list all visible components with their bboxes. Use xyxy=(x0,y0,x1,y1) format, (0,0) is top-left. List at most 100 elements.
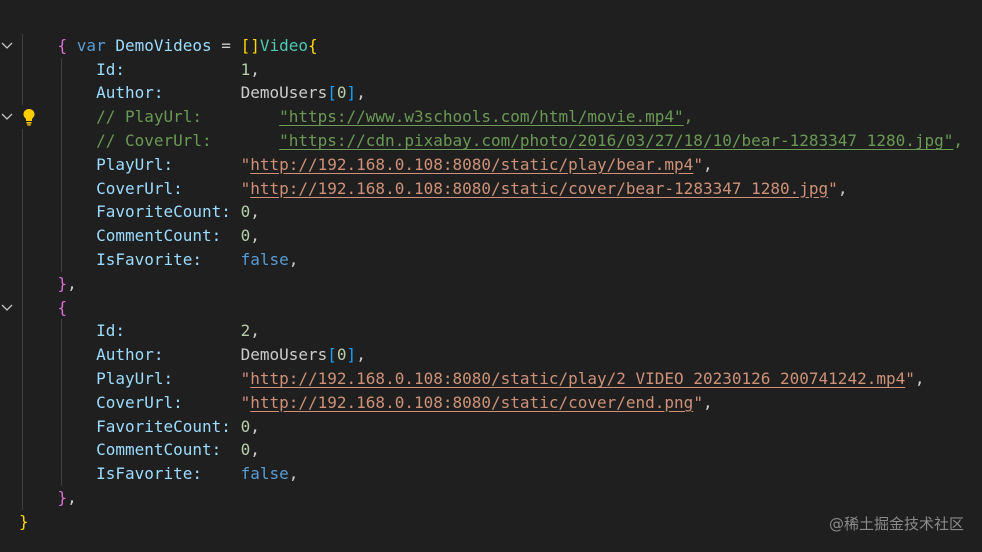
field-pad xyxy=(125,321,241,340)
comma: , xyxy=(250,202,260,222)
code-line[interactable]: Id: 2, xyxy=(0,319,982,344)
quote: " xyxy=(240,154,251,174)
quote: " xyxy=(693,392,703,412)
field-key: CommentCount: xyxy=(96,226,222,246)
index-value: 0 xyxy=(336,83,347,103)
code-line[interactable]: CoverUrl: "http://192.168.0.108:8080/sta… xyxy=(0,176,982,201)
field-value: DemoUsers xyxy=(240,83,328,103)
comment-url[interactable]: "https://cdn.pixabay.com/photo/2016/03/2… xyxy=(279,131,953,150)
code-line[interactable]: IsFavorite: false, xyxy=(0,247,982,272)
code-line[interactable]: // PlayUrl: "https://www.w3schools.com/h… xyxy=(0,105,982,129)
comma: , xyxy=(288,249,299,269)
url-link[interactable]: http://192.168.0.108:8080/static/play/be… xyxy=(250,155,693,174)
code-line[interactable]: // CoverUrl: "https://cdn.pixabay.com/ph… xyxy=(0,128,982,153)
url-link[interactable]: http://192.168.0.108:8080/static/cover/e… xyxy=(250,393,693,412)
comma: , xyxy=(250,321,260,341)
field-key: FavoriteCount: xyxy=(96,202,231,222)
code-line[interactable]: Id: 1, xyxy=(0,57,982,82)
code-line[interactable]: { xyxy=(0,33,982,58)
object-open-brace: { xyxy=(57,35,68,55)
field-value: 0 xyxy=(240,440,251,460)
field-value: 1 xyxy=(240,59,251,79)
chevron-down-icon[interactable] xyxy=(0,296,16,320)
field-pad xyxy=(125,60,241,79)
field-pad xyxy=(183,393,241,412)
field-value: 2 xyxy=(240,321,251,341)
comma: , xyxy=(250,416,260,436)
comma: , xyxy=(250,440,260,460)
field-key: Author: xyxy=(96,83,164,103)
comma: , xyxy=(914,368,925,388)
code-line[interactable]: Author: DemoUsers[0], xyxy=(0,81,982,106)
code-line[interactable]: }, xyxy=(0,485,982,510)
field-value: false xyxy=(240,464,289,484)
code-line[interactable]: CommentCount: 0, xyxy=(0,224,982,248)
comma: , xyxy=(67,273,77,293)
field-value: 0 xyxy=(240,416,251,436)
code-line[interactable]: PlayUrl: "http://192.168.0.108:8080/stat… xyxy=(0,152,982,177)
comma: , xyxy=(288,464,299,484)
comment-key: // CoverUrl: xyxy=(96,130,212,150)
field-value: false xyxy=(240,249,289,269)
field-key: PlayUrl: xyxy=(96,368,174,388)
comma: , xyxy=(683,107,694,127)
field-key: IsFavorite: xyxy=(96,464,203,484)
field-key: CoverUrl: xyxy=(96,392,183,412)
field-key: Id: xyxy=(96,59,125,79)
field-key: FavoriteCount: xyxy=(96,416,231,436)
chevron-down-icon[interactable] xyxy=(0,105,16,129)
code-line[interactable]: { xyxy=(0,295,982,320)
field-pad xyxy=(183,179,241,198)
comma: , xyxy=(250,226,260,246)
field-pad xyxy=(221,226,240,245)
url-link[interactable]: http://192.168.0.108:8080/static/cover/b… xyxy=(250,179,828,198)
field-pad xyxy=(173,369,240,388)
comma: , xyxy=(356,345,366,365)
url-link[interactable]: http://192.168.0.108:8080/static/play/2_… xyxy=(250,369,905,388)
quote: " xyxy=(905,368,915,388)
comment-key: // PlayUrl: xyxy=(96,107,203,127)
quote: " xyxy=(240,392,251,412)
comma: , xyxy=(837,178,848,198)
object-open-brace: { xyxy=(57,297,68,317)
field-pad xyxy=(221,440,240,459)
quote: " xyxy=(693,154,703,174)
field-pad xyxy=(231,417,241,436)
field-pad xyxy=(202,250,241,269)
field-value: DemoUsers xyxy=(240,345,328,365)
code-line[interactable]: CoverUrl: "http://192.168.0.108:8080/sta… xyxy=(0,390,982,415)
watermark: @稀土掘金技术社区 xyxy=(828,515,964,533)
comma: , xyxy=(702,392,713,412)
comma: , xyxy=(67,487,77,507)
code-line[interactable]: PlayUrl: "http://192.168.0.108:8080/stat… xyxy=(0,366,982,391)
object-close-brace: } xyxy=(57,487,68,507)
code-line[interactable]: CommentCount: 0, xyxy=(0,438,982,463)
field-key: Id: xyxy=(96,321,125,341)
quote: " xyxy=(240,178,251,198)
field-value: 0 xyxy=(240,226,251,246)
code-line[interactable]: var DemoVideos = []Video{ xyxy=(0,10,982,55)
comment-url[interactable]: "https://www.w3schools.com/html/movie.mp… xyxy=(279,107,684,126)
field-key: IsFavorite: xyxy=(96,249,203,269)
code-line[interactable]: FavoriteCount: 0, xyxy=(0,200,982,225)
code-line[interactable]: FavoriteCount: 0, xyxy=(0,414,982,439)
field-pad xyxy=(202,107,279,126)
comma: , xyxy=(356,83,366,103)
field-pad xyxy=(231,202,241,221)
field-key: CoverUrl: xyxy=(96,178,183,198)
field-pad xyxy=(164,83,241,102)
field-pad xyxy=(164,345,241,364)
chevron-down-icon[interactable] xyxy=(0,34,16,58)
quote: " xyxy=(240,368,251,388)
index-value: 0 xyxy=(336,345,347,365)
code-line[interactable]: IsFavorite: false, xyxy=(0,462,982,486)
field-pad xyxy=(202,464,241,483)
field-pad xyxy=(173,155,240,174)
field-pad xyxy=(212,131,279,150)
comma: , xyxy=(702,154,713,174)
code-line[interactable]: }, xyxy=(0,271,982,296)
close-brace: } xyxy=(19,511,29,531)
comma: , xyxy=(250,59,260,79)
code-line[interactable]: Author: DemoUsers[0], xyxy=(0,343,982,367)
code-editor[interactable]: var DemoVideos = []Video{ { Id: 1, Autho… xyxy=(0,10,982,534)
